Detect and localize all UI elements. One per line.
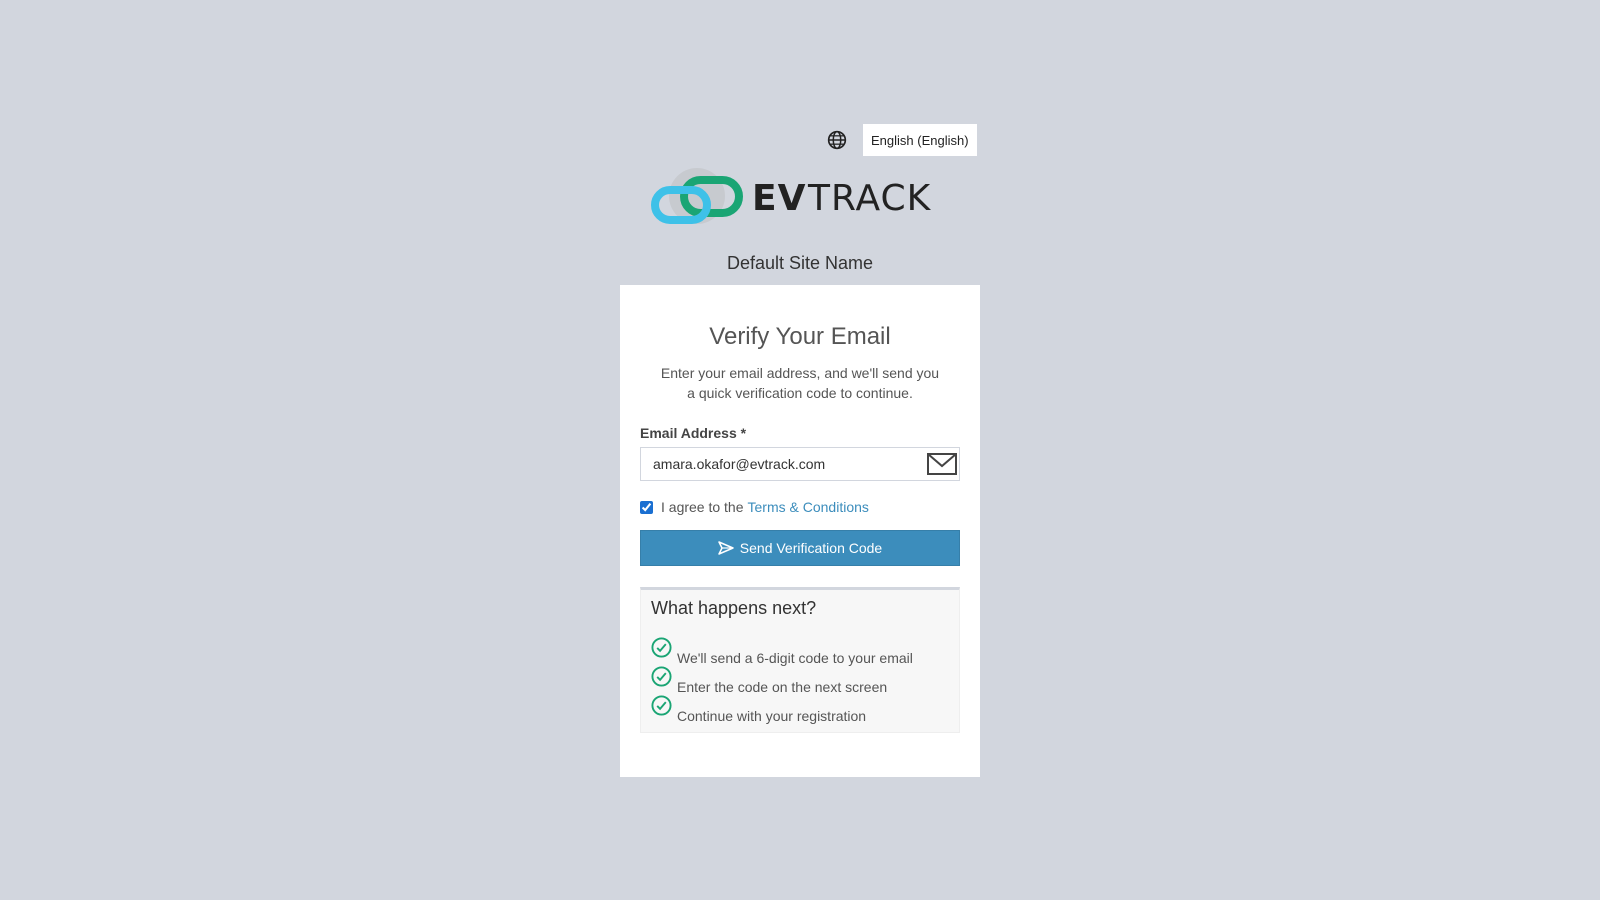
next-steps-box: What happens next? We'll send a 6-digit … — [640, 587, 960, 733]
next-steps-title: What happens next? — [651, 598, 817, 618]
check-circle-icon — [651, 637, 672, 658]
terms-text: I agree to the — [661, 499, 744, 515]
email-field-wrapper — [640, 447, 960, 481]
send-button-label: Send Verification Code — [739, 540, 883, 556]
verify-email-card: Verify Your Email Enter your email addre… — [620, 285, 980, 777]
list-item: We'll send a 6-digit code to your email — [651, 637, 949, 666]
send-verification-code-button[interactable]: Send Verification Code — [640, 530, 960, 566]
list-item: Continue with your registration — [651, 695, 949, 724]
send-icon — [718, 541, 734, 555]
next-step-text: We'll send a 6-digit code to your email — [677, 650, 913, 666]
language-switcher: English (English) — [827, 123, 978, 157]
next-step-text: Enter the code on the next screen — [677, 679, 888, 695]
logo-text-bold: EV — [752, 178, 806, 219]
next-step-text: Continue with your registration — [677, 708, 867, 724]
card-title: Verify Your Email — [709, 323, 891, 350]
card-description: Enter your email address, and we'll send… — [660, 365, 940, 401]
language-select[interactable]: English (English) — [862, 123, 978, 157]
check-circle-icon — [651, 695, 672, 716]
check-circle-icon — [651, 666, 672, 687]
terms-checkbox[interactable] — [640, 500, 653, 514]
terms-link[interactable]: Terms & Conditions — [748, 499, 869, 515]
language-select-value: English (English) — [871, 132, 969, 148]
evtrack-logo: EV TRACK — [651, 168, 932, 224]
logo-text-light: TRACK — [807, 178, 932, 219]
terms-agreement: I agree to the Terms & Conditions — [640, 499, 960, 515]
list-item: Enter the code on the next screen — [651, 666, 949, 695]
page: English (English) EV TRACK Default Site … — [0, 0, 1600, 900]
globe-icon — [827, 130, 847, 150]
next-steps-list: We'll send a 6-digit code to your email … — [651, 637, 949, 724]
site-name: Default Site Name — [726, 253, 874, 273]
email-field[interactable] — [641, 448, 959, 480]
email-label: Email Address * — [640, 425, 747, 441]
mail-icon — [927, 453, 957, 475]
